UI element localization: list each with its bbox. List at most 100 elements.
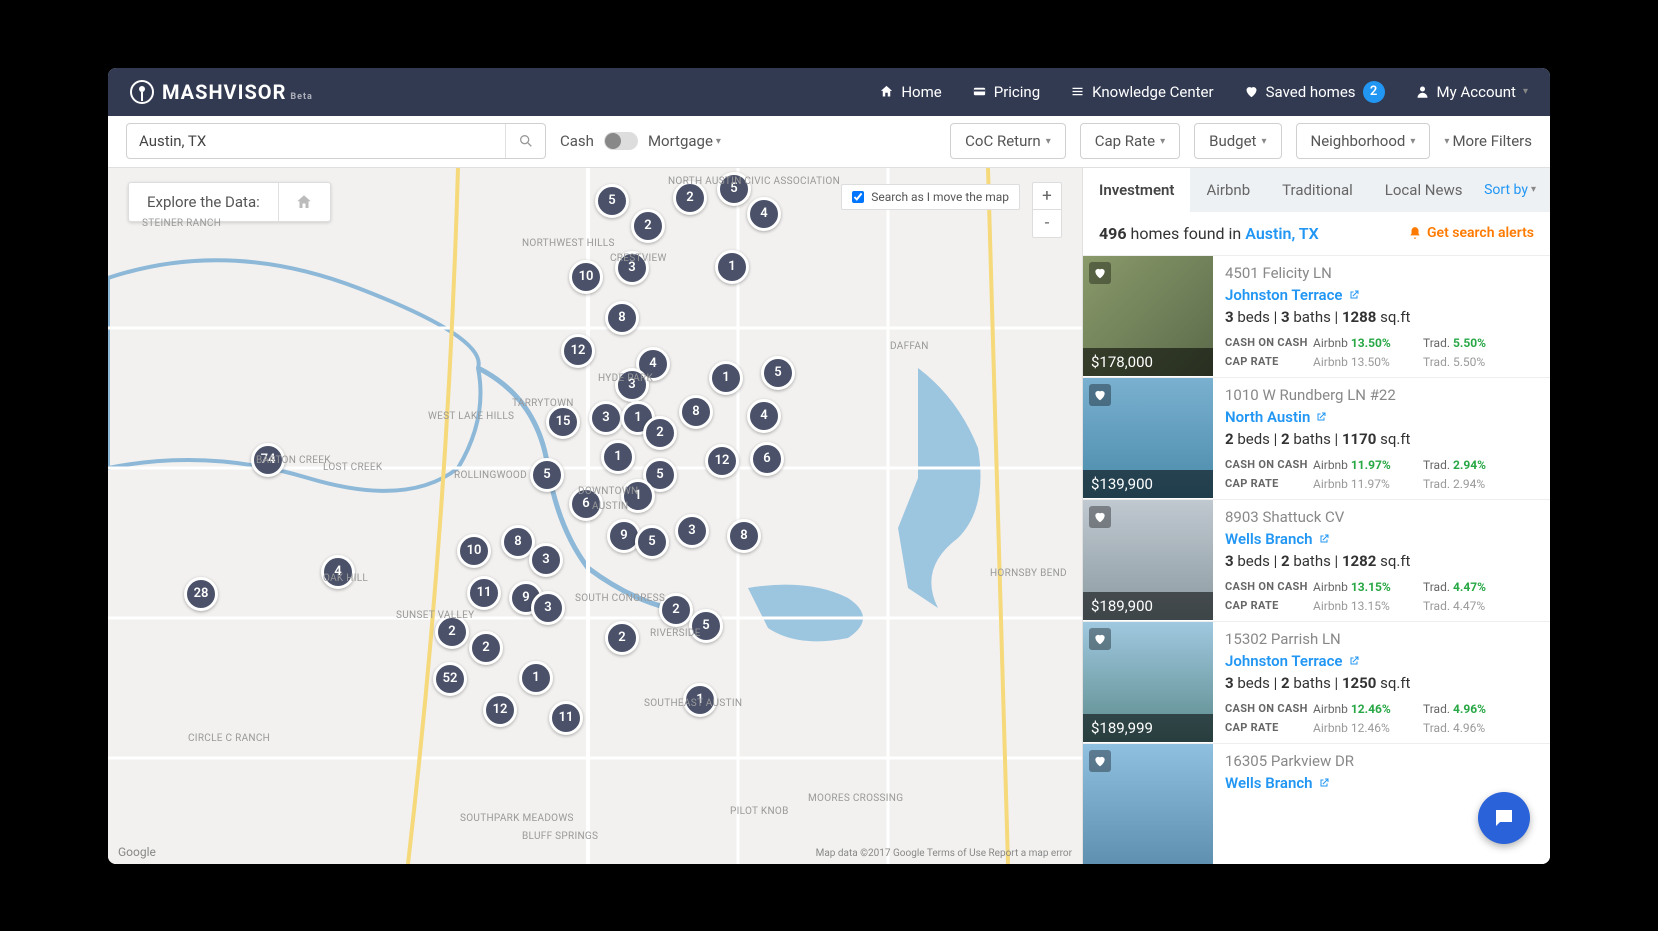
map-cluster-marker[interactable]: 2 xyxy=(435,615,469,649)
listing-thumb[interactable]: $189,999 xyxy=(1083,622,1213,742)
nav-home[interactable]: Home xyxy=(879,83,941,101)
map-cluster-marker[interactable]: 11 xyxy=(467,576,501,610)
map-cluster-marker[interactable]: 2 xyxy=(673,181,707,215)
listing-neighborhood-link[interactable]: North Austin xyxy=(1225,408,1538,426)
filter-neighborhood[interactable]: Neighborhood▾ xyxy=(1296,123,1431,159)
map-cluster-marker[interactable]: 12 xyxy=(561,334,595,368)
map-cluster-marker[interactable]: 11 xyxy=(549,701,583,735)
listing-address: 1010 W Rundberg LN #22 xyxy=(1225,386,1538,404)
listing-thumb[interactable]: $139,900 xyxy=(1083,378,1213,498)
favorite-button[interactable] xyxy=(1089,384,1111,406)
map-cluster-marker[interactable]: 6 xyxy=(750,442,784,476)
listing-row[interactable]: $139,900 1010 W Rundberg LN #22 North Au… xyxy=(1083,377,1550,499)
map-cluster-marker[interactable]: 1 xyxy=(683,683,717,717)
zoom-out-button[interactable]: - xyxy=(1033,210,1061,237)
get-alerts-link[interactable]: Get search alerts xyxy=(1408,225,1534,241)
map-cluster-marker[interactable]: 10 xyxy=(457,534,491,568)
map-cluster-marker[interactable]: 2 xyxy=(659,593,693,627)
chat-button[interactable] xyxy=(1478,792,1530,844)
mortgage-dropdown[interactable]: Mortgage▾ xyxy=(648,132,721,150)
map-cluster-marker[interactable]: 12 xyxy=(705,444,739,478)
search-button[interactable] xyxy=(505,124,545,158)
brand-logo[interactable]: MASHVISOR Beta xyxy=(130,80,313,104)
favorite-button[interactable] xyxy=(1089,750,1111,772)
map-cluster-marker[interactable]: 4 xyxy=(747,197,781,231)
map-cluster-marker[interactable]: 28 xyxy=(184,577,218,611)
map-cluster-marker[interactable]: 1 xyxy=(709,361,743,395)
nav-pricing[interactable]: Pricing xyxy=(972,83,1040,101)
logo-icon xyxy=(130,80,154,104)
listing-thumb[interactable] xyxy=(1083,744,1213,864)
location-input[interactable] xyxy=(127,132,505,150)
listing-thumb[interactable]: $189,900 xyxy=(1083,500,1213,620)
listings-list[interactable]: $178,000 4501 Felicity LN Johnston Terra… xyxy=(1083,255,1550,864)
filter-budget[interactable]: Budget▾ xyxy=(1194,123,1281,159)
map-cluster-marker[interactable]: 2 xyxy=(643,416,677,450)
filter-coc-return[interactable]: CoC Return▾ xyxy=(950,123,1066,159)
map-cluster-marker[interactable]: 12 xyxy=(483,693,517,727)
map-cluster-marker[interactable]: 5 xyxy=(530,458,564,492)
map-cluster-marker[interactable]: 52 xyxy=(433,662,467,696)
search-box xyxy=(126,123,546,159)
map-cluster-marker[interactable]: 3 xyxy=(529,543,563,577)
map-cluster-marker[interactable]: 5 xyxy=(761,356,795,390)
nav-knowledge[interactable]: Knowledge Center xyxy=(1070,83,1213,101)
explore-data-box: Explore the Data: xyxy=(128,182,331,222)
search-move-checkbox[interactable] xyxy=(852,191,864,203)
financing-toggle[interactable] xyxy=(604,132,638,150)
map-cluster-marker[interactable]: 1 xyxy=(715,250,749,284)
listing-neighborhood-link[interactable]: Johnston Terrace xyxy=(1225,652,1538,670)
nav-saved-homes[interactable]: Saved homes 2 xyxy=(1244,81,1385,103)
map-cluster-marker[interactable]: 2 xyxy=(605,621,639,655)
map-cluster-marker[interactable]: 6 xyxy=(569,487,603,521)
map-cluster-marker[interactable]: 8 xyxy=(679,395,713,429)
map-cluster-marker[interactable]: 3 xyxy=(589,401,623,435)
tab-investment[interactable]: Investment xyxy=(1083,168,1190,212)
listing-specs: 3 beds | 3 baths | 1288 sq.ft xyxy=(1225,308,1538,326)
listing-neighborhood-link[interactable]: Wells Branch xyxy=(1225,530,1538,548)
user-icon xyxy=(1415,84,1430,99)
map-cluster-marker[interactable]: 5 xyxy=(595,184,629,218)
favorite-button[interactable] xyxy=(1089,506,1111,528)
filter-cap-rate[interactable]: Cap Rate▾ xyxy=(1080,123,1180,159)
map-cluster-marker[interactable]: 15 xyxy=(546,405,580,439)
map-cluster-marker[interactable]: 1 xyxy=(601,440,635,474)
tab-airbnb[interactable]: Airbnb xyxy=(1190,168,1266,212)
favorite-button[interactable] xyxy=(1089,262,1111,284)
map-cluster-marker[interactable]: 2 xyxy=(469,631,503,665)
map-cluster-marker[interactable]: 3 xyxy=(615,251,649,285)
tab-local-news[interactable]: Local News xyxy=(1369,168,1479,212)
external-link-icon xyxy=(1315,411,1327,423)
listing-row[interactable]: $178,000 4501 Felicity LN Johnston Terra… xyxy=(1083,255,1550,377)
map-view[interactable]: Explore the Data: Search as I move the m… xyxy=(108,168,1082,864)
map-cluster-marker[interactable]: 5 xyxy=(635,525,669,559)
map-cluster-marker[interactable]: 3 xyxy=(675,514,709,548)
map-cluster-marker[interactable]: 5 xyxy=(717,172,751,206)
listing-thumb[interactable]: $178,000 xyxy=(1083,256,1213,376)
search-as-move-toggle[interactable]: Search as I move the map xyxy=(841,184,1020,210)
map-cluster-marker[interactable]: 8 xyxy=(727,519,761,553)
map-cluster-marker[interactable]: 1 xyxy=(519,661,553,695)
map-cluster-marker[interactable]: 10 xyxy=(569,260,603,294)
listing-row[interactable]: $189,900 8903 Shattuck CV Wells Branch 3… xyxy=(1083,499,1550,621)
map-cluster-marker[interactable]: 4 xyxy=(747,399,781,433)
favorite-button[interactable] xyxy=(1089,628,1111,650)
sort-by-dropdown[interactable]: Sort by▾ xyxy=(1484,182,1536,198)
map-cluster-marker[interactable]: 4 xyxy=(321,555,355,589)
listing-row[interactable]: 16305 Parkview DR Wells Branch xyxy=(1083,743,1550,864)
map-cluster-marker[interactable]: 74 xyxy=(251,443,285,477)
map-cluster-marker[interactable]: 3 xyxy=(531,591,565,625)
more-filters[interactable]: ▾More Filters xyxy=(1444,132,1532,150)
explore-home-button[interactable] xyxy=(278,183,330,221)
nav-account[interactable]: My Account ▾ xyxy=(1415,83,1528,101)
listing-neighborhood-link[interactable]: Wells Branch xyxy=(1225,774,1538,792)
listing-neighborhood-link[interactable]: Johnston Terrace xyxy=(1225,286,1538,304)
map-cluster-marker[interactable]: 2 xyxy=(631,209,665,243)
map-cluster-marker[interactable]: 1 xyxy=(621,479,655,513)
map-cluster-marker[interactable]: 8 xyxy=(605,301,639,335)
tab-traditional[interactable]: Traditional xyxy=(1266,168,1369,212)
zoom-in-button[interactable]: + xyxy=(1033,183,1061,210)
map-cluster-marker[interactable]: 3 xyxy=(615,368,649,402)
listing-row[interactable]: $189,999 15302 Parrish LN Johnston Terra… xyxy=(1083,621,1550,743)
map-cluster-marker[interactable]: 5 xyxy=(689,609,723,643)
